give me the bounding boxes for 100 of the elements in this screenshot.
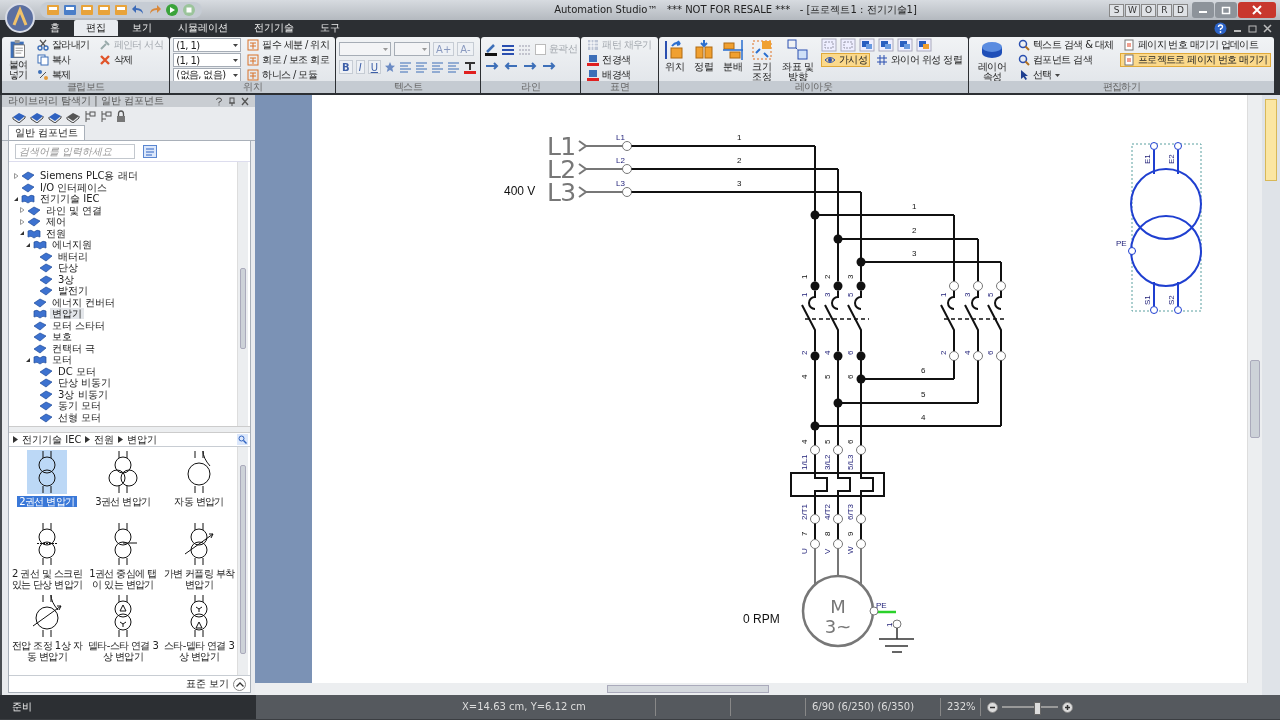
- tree-item[interactable]: 전기기술 IEC: [38, 193, 102, 205]
- ribbon-tab[interactable]: 전기기술: [242, 20, 306, 36]
- tree-item[interactable]: 배터리: [56, 250, 90, 262]
- tree-item[interactable]: 전원: [44, 227, 68, 239]
- page-numbering-button[interactable]: 페이지 번호 매기기 업데이트: [1119, 38, 1271, 52]
- find-component-button[interactable]: 컴포넌트 검색: [1015, 53, 1117, 67]
- breadcrumb-item[interactable]: 전기기술 IEC: [22, 432, 82, 447]
- wire[interactable]: [1000, 261, 1003, 283]
- tree-item[interactable]: Siemens PLC용 래더: [38, 170, 140, 182]
- tree-item[interactable]: 변압기: [50, 308, 84, 320]
- wire[interactable]: [860, 191, 863, 283]
- slider-thumb[interactable]: [1033, 701, 1041, 715]
- tree-item[interactable]: 3상: [56, 273, 77, 285]
- paste-button[interactable]: 붙여넣기: [5, 38, 31, 81]
- terminal[interactable]: [833, 351, 843, 361]
- delete-button[interactable]: 삭제: [95, 53, 167, 67]
- duplicate-button[interactable]: 복제: [34, 68, 93, 81]
- expander-icon[interactable]: [19, 230, 25, 237]
- distribute-button[interactable]: 분배: [719, 38, 746, 73]
- coordinates-button[interactable]: 좌표 및 방향: [777, 38, 818, 81]
- navigation-button[interactable]: 필수 세분 / 위치: [244, 38, 333, 52]
- bold-button[interactable]: B: [339, 60, 353, 74]
- text-color-icon[interactable]: [463, 60, 477, 74]
- scrollbar[interactable]: [237, 447, 249, 675]
- terminal[interactable]: [810, 281, 820, 291]
- mode-button[interactable]: W: [1125, 3, 1140, 17]
- background-color-button[interactable]: 배경색: [584, 68, 655, 81]
- terminal[interactable]: [622, 141, 633, 151]
- search-field[interactable]: 검색어를 입력하세요: [15, 143, 135, 159]
- arrow-style-icon[interactable]: [484, 60, 500, 72]
- wire[interactable]: [814, 453, 817, 516]
- breadcrumb-item[interactable]: 전원: [94, 432, 115, 447]
- select-button[interactable]: 선택: [1015, 68, 1117, 81]
- arrow-style-icon[interactable]: [541, 60, 557, 72]
- wire[interactable]: [953, 214, 956, 283]
- navigation-button[interactable]: 회로 / 보조 회로: [244, 53, 333, 67]
- expander-icon[interactable]: [25, 356, 31, 363]
- close-icon[interactable]: [241, 96, 250, 106]
- expander-icon[interactable]: [13, 195, 19, 202]
- tree-item[interactable]: 컨택터 극: [50, 342, 98, 354]
- visibility-button[interactable]: 가시성: [820, 53, 870, 67]
- transformer-symbol-icon[interactable]: [27, 450, 67, 494]
- zoom-in-icon[interactable]: [1062, 701, 1073, 713]
- play-icon[interactable]: [165, 3, 179, 17]
- copy-button[interactable]: 복사: [34, 53, 93, 67]
- line-color-icon[interactable]: [484, 42, 498, 56]
- position-button[interactable]: 위치: [661, 38, 688, 73]
- wire[interactable]: [837, 522, 840, 541]
- wire[interactable]: [977, 359, 980, 404]
- wire[interactable]: [860, 522, 863, 541]
- pin-icon[interactable]: [228, 96, 237, 106]
- ribbon-tab[interactable]: 홈: [38, 20, 72, 36]
- mode-button[interactable]: O: [1141, 3, 1156, 17]
- tree-item[interactable]: 제어: [44, 216, 68, 228]
- find-replace-button[interactable]: 텍스트 검색 & 대체: [1015, 38, 1117, 52]
- tree-item[interactable]: 발전기: [56, 285, 90, 297]
- help-icon[interactable]: [1214, 21, 1227, 35]
- contact-blade[interactable]: [964, 289, 980, 353]
- wire[interactable]: [953, 359, 956, 380]
- wire[interactable]: [814, 522, 817, 541]
- terminal[interactable]: [810, 351, 820, 361]
- collapse-button[interactable]: [233, 677, 247, 691]
- tree-item[interactable]: 단상 비동기: [56, 377, 114, 389]
- panel-tab[interactable]: 일반 컴포넌트: [8, 125, 86, 140]
- font-family-field[interactable]: [339, 42, 392, 56]
- tree-item[interactable]: 보호: [50, 331, 74, 343]
- terminal[interactable]: [856, 351, 866, 361]
- motor-circle[interactable]: [801, 574, 875, 648]
- wire[interactable]: [837, 168, 840, 283]
- resize-button[interactable]: 크기 조정: [748, 38, 775, 81]
- contact-blade[interactable]: [940, 289, 956, 353]
- tree-item[interactable]: DC 모터: [56, 365, 98, 377]
- ribbon-tab[interactable]: 보기: [120, 20, 164, 36]
- layer-order-icon[interactable]: [858, 38, 875, 52]
- font-size-field[interactable]: [394, 42, 431, 56]
- terminal[interactable]: [833, 281, 843, 291]
- tree-item[interactable]: 모터 스타터: [50, 319, 108, 331]
- foreground-color-button[interactable]: 전경색: [584, 53, 655, 67]
- contact-blade[interactable]: [824, 289, 840, 353]
- restore-icon[interactable]: [1248, 23, 1257, 33]
- tree-item[interactable]: I/O 인터페이스: [38, 181, 110, 193]
- terminal[interactable]: [622, 187, 633, 197]
- dropdown-field[interactable]: (1, 1): [173, 53, 242, 67]
- tree-view-icon[interactable]: [84, 109, 96, 123]
- mode-button[interactable]: D: [1173, 3, 1188, 17]
- tree-item[interactable]: 3상 비동기: [56, 388, 110, 400]
- scrollbar[interactable]: [237, 162, 249, 426]
- zoom-out-icon[interactable]: [987, 701, 998, 713]
- search-icon[interactable]: [237, 434, 249, 445]
- tree-item[interactable]: 동기 모터: [56, 400, 104, 412]
- tree-view-icon[interactable]: [100, 109, 112, 123]
- navigation-button[interactable]: 하니스 / 모듈: [244, 68, 333, 81]
- close-icon[interactable]: [1263, 23, 1272, 33]
- tree-item[interactable]: 에너지원: [50, 239, 94, 251]
- filter-list-icon[interactable]: [143, 144, 157, 158]
- toolbar-icon[interactable]: [63, 3, 77, 17]
- tree-item[interactable]: 단상: [56, 262, 80, 274]
- mode-button[interactable]: R: [1157, 3, 1172, 17]
- star-icon[interactable]: [384, 61, 396, 73]
- contact-blade[interactable]: [847, 289, 863, 353]
